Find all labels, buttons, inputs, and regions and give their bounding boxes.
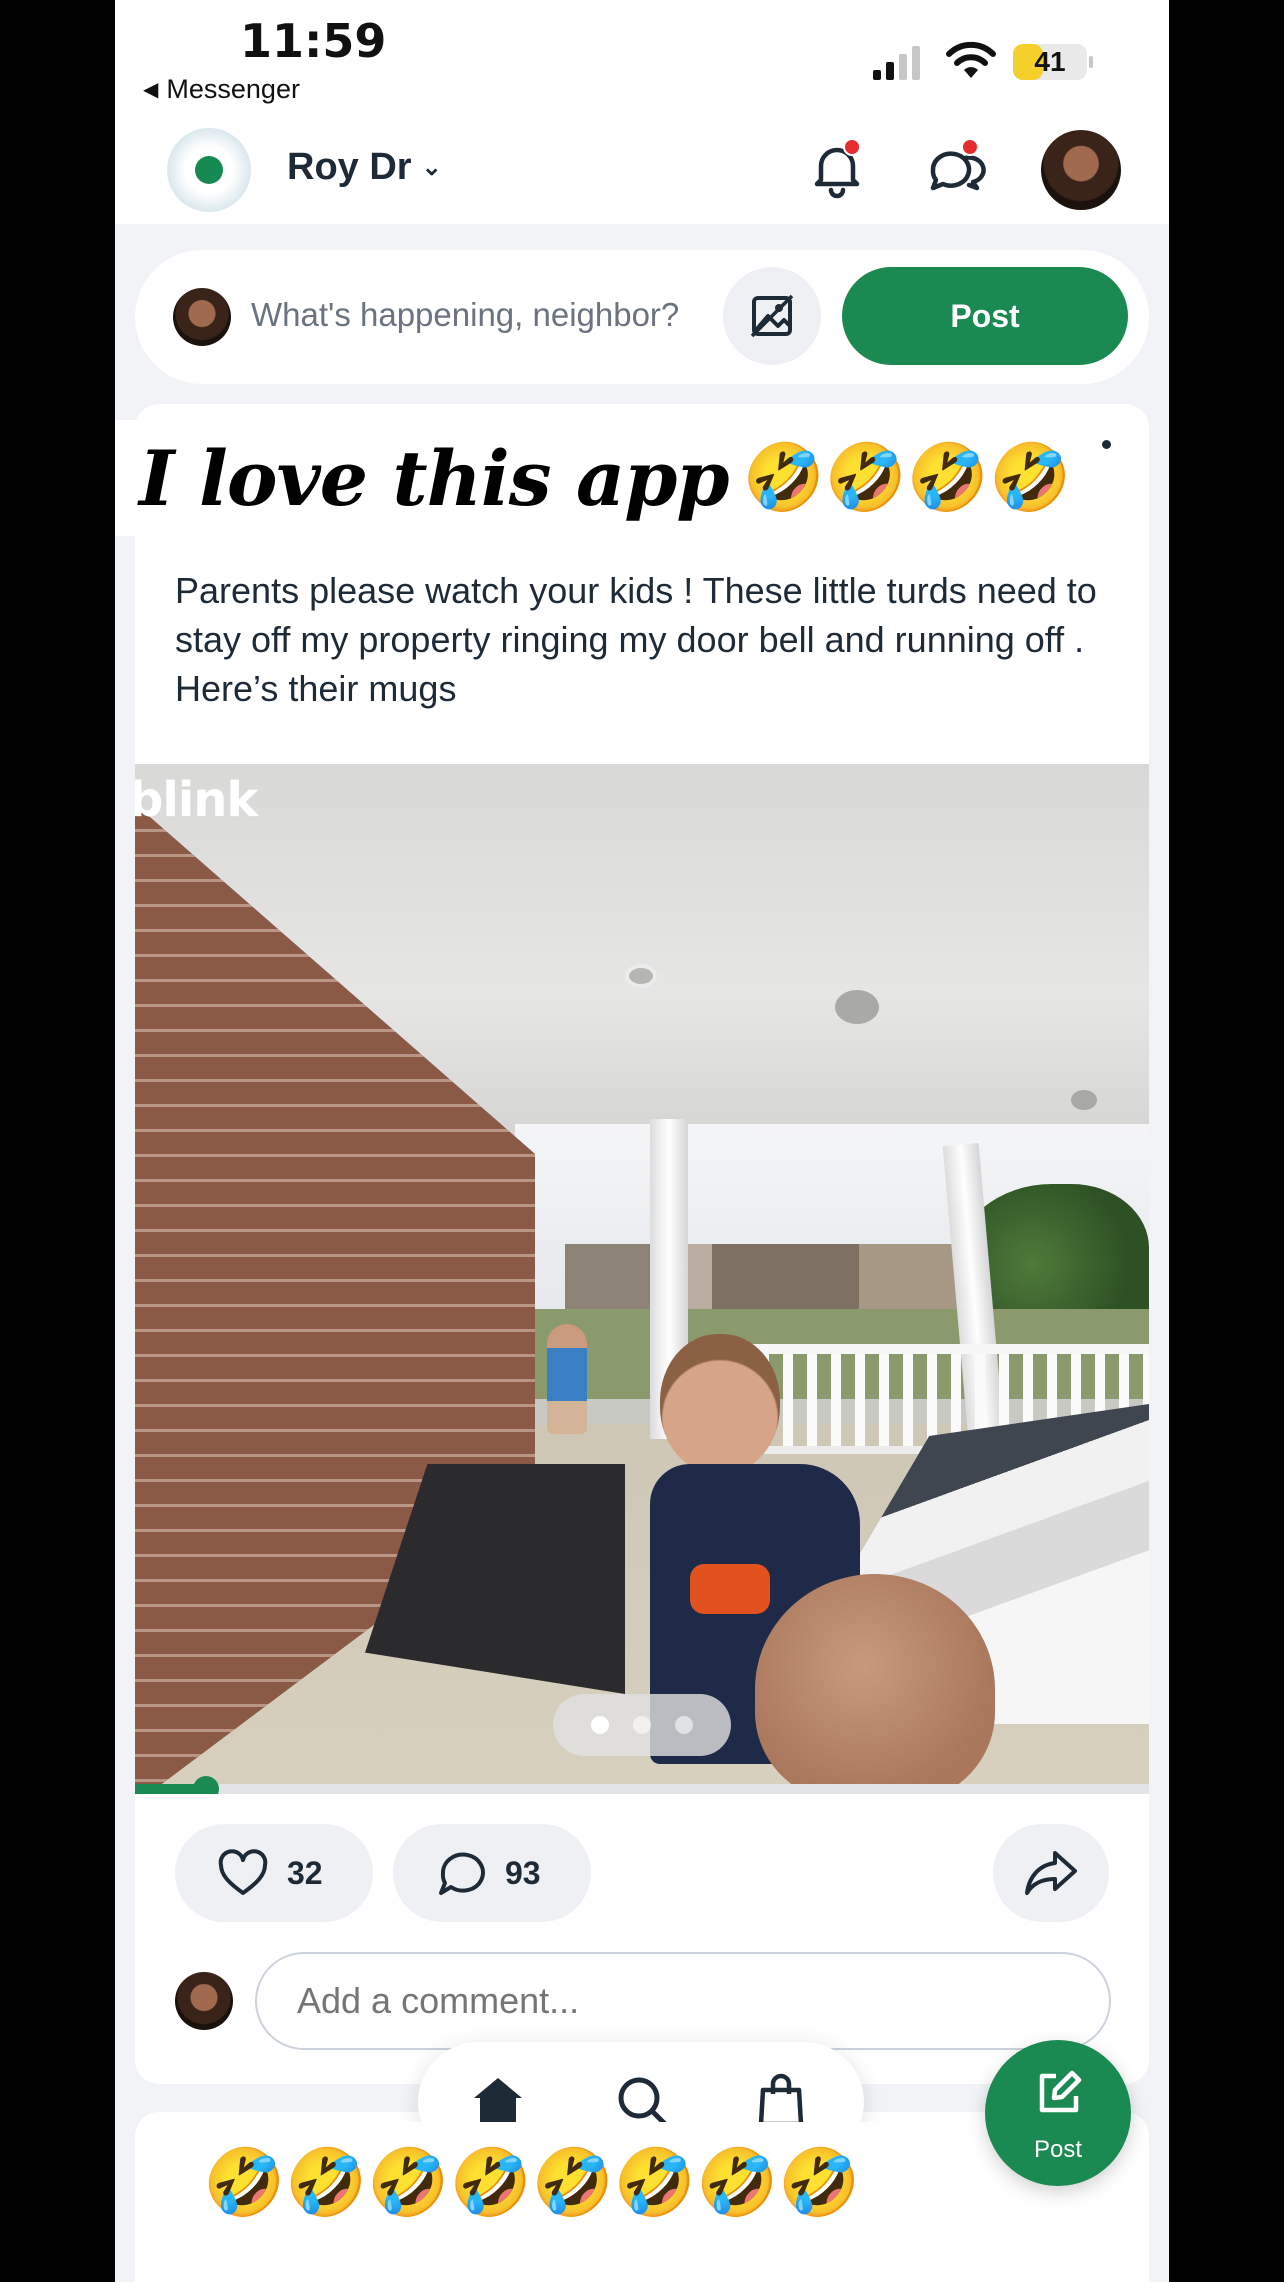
comment-count: 93 [505, 1854, 541, 1891]
messages-button[interactable] [923, 136, 987, 200]
page-dot[interactable] [675, 1716, 693, 1734]
back-to-app-link[interactable]: ◀ Messenger [143, 74, 300, 105]
back-app-label: Messenger [166, 74, 300, 104]
app-header: Roy Dr ⌄ [115, 120, 1169, 224]
overlay-caption-emoji: 🤣🤣🤣🤣🤣🤣🤣🤣 [173, 2122, 891, 2242]
neighborhood-name: Roy Dr [287, 146, 412, 188]
media-light [625, 964, 657, 988]
comment-bubble-icon [439, 1852, 485, 1895]
post-card: Parents please watch your kids ! These l… [135, 404, 1149, 2084]
profile-avatar[interactable] [1041, 130, 1121, 210]
heart-icon [218, 1849, 268, 1895]
back-triangle-icon: ◀ [143, 79, 159, 101]
home-icon[interactable] [468, 2070, 528, 2130]
comment-row [175, 1952, 1111, 2052]
overlay-title-emoji: 🤣🤣🤣🤣 [742, 440, 1072, 514]
status-bar: 11:59 ◀ Messenger 41 [115, 0, 1169, 120]
post-composer: What's happening, neighbor? Post [135, 250, 1149, 384]
neighborhood-selector[interactable]: Roy Dr ⌄ [287, 146, 442, 189]
shopping-bag-icon[interactable] [751, 2070, 811, 2130]
like-count: 32 [287, 1854, 323, 1891]
overlay-title: I love this app 🤣🤣🤣🤣 [115, 420, 1096, 536]
page-dot[interactable] [633, 1716, 651, 1734]
app-screen: 11:59 ◀ Messenger 41 Roy Dr ⌄ What's hap… [115, 0, 1169, 2282]
floating-post-label: Post [1033, 2136, 1083, 2163]
page-dot[interactable] [591, 1716, 609, 1734]
battery-level: 41 [1034, 46, 1066, 77]
like-button[interactable]: 32 [175, 1824, 373, 1922]
battery-icon: 41 [1013, 44, 1093, 80]
image-icon [750, 294, 794, 338]
post-body: Parents please watch your kids ! These l… [175, 570, 1097, 709]
edit-icon [1039, 2070, 1082, 2113]
comment-button[interactable]: 93 [393, 1824, 591, 1922]
share-button[interactable] [993, 1824, 1109, 1922]
chevron-down-icon: ⌄ [421, 154, 442, 181]
cellular-signal-icon [873, 46, 920, 80]
post-media[interactable]: blink [135, 764, 1149, 1794]
media-light [835, 990, 879, 1024]
post-actions: 32 93 [175, 1824, 1109, 1922]
comment-input[interactable] [255, 1952, 1111, 2050]
composer-input[interactable]: What's happening, neighbor? [251, 296, 679, 334]
nextdoor-logo-icon[interactable] [167, 128, 251, 212]
overlay-title-text: I love this app [139, 433, 730, 523]
signal-bar [873, 70, 881, 80]
clock: 11:59 [240, 14, 387, 68]
camera-watermark: blink [135, 772, 258, 828]
add-photo-button[interactable] [723, 267, 821, 365]
media-page-indicator[interactable] [553, 1694, 731, 1756]
notification-badge [843, 138, 861, 156]
notifications-button[interactable] [805, 136, 869, 200]
video-progress-bar[interactable] [135, 1776, 1149, 1794]
wifi-icon [946, 41, 996, 78]
floating-post-button[interactable]: Post [985, 2040, 1131, 2186]
media-light [1071, 1090, 1097, 1110]
share-arrow-icon [1025, 1851, 1077, 1895]
commenter-avatar [175, 1972, 233, 2030]
signal-bar [912, 46, 920, 80]
media-child-background [547, 1324, 587, 1434]
signal-bar [886, 62, 894, 80]
media-hand [755, 1574, 995, 1794]
composer-avatar [173, 288, 231, 346]
signal-bar [899, 54, 907, 80]
message-badge [961, 138, 979, 156]
battery-nub [1089, 56, 1093, 68]
post-button[interactable]: Post [842, 267, 1128, 365]
video-progress-knob[interactable] [192, 1776, 219, 1794]
search-icon[interactable] [611, 2070, 671, 2130]
